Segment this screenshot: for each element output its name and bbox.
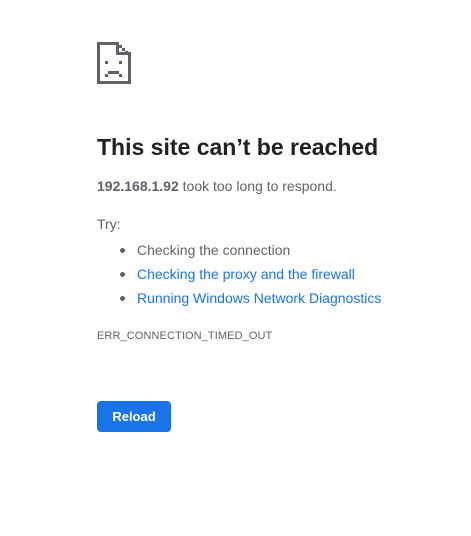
try-label: Try: (97, 216, 121, 232)
check-proxy-firewall-link[interactable]: Checking the proxy and the firewall (137, 266, 355, 282)
suggestion-check-connection: Checking the connection (120, 238, 457, 262)
host-address: 192.168.1.92 (97, 178, 179, 194)
error-code: ERR_CONNECTION_TIMED_OUT (97, 330, 273, 342)
suggestion-network-diagnostics[interactable]: Running Windows Network Diagnostics (120, 286, 457, 310)
suggestion-check-proxy-firewall[interactable]: Checking the proxy and the firewall (120, 262, 457, 286)
suggestion-label: Checking the connection (137, 242, 291, 258)
page-title: This site can’t be reached (97, 134, 379, 160)
network-diagnostics-link[interactable]: Running Windows Network Diagnostics (137, 290, 381, 306)
sad-page-icon (97, 42, 131, 84)
error-summary: 192.168.1.92 took too long to respond. (97, 176, 457, 196)
error-content: This site can’t be reached 192.168.1.92 … (97, 42, 457, 344)
suggestions-list: Checking the connection Checking the pro… (97, 238, 457, 310)
reload-button[interactable]: Reload (97, 401, 171, 432)
summary-suffix: took too long to respond. (178, 178, 337, 194)
